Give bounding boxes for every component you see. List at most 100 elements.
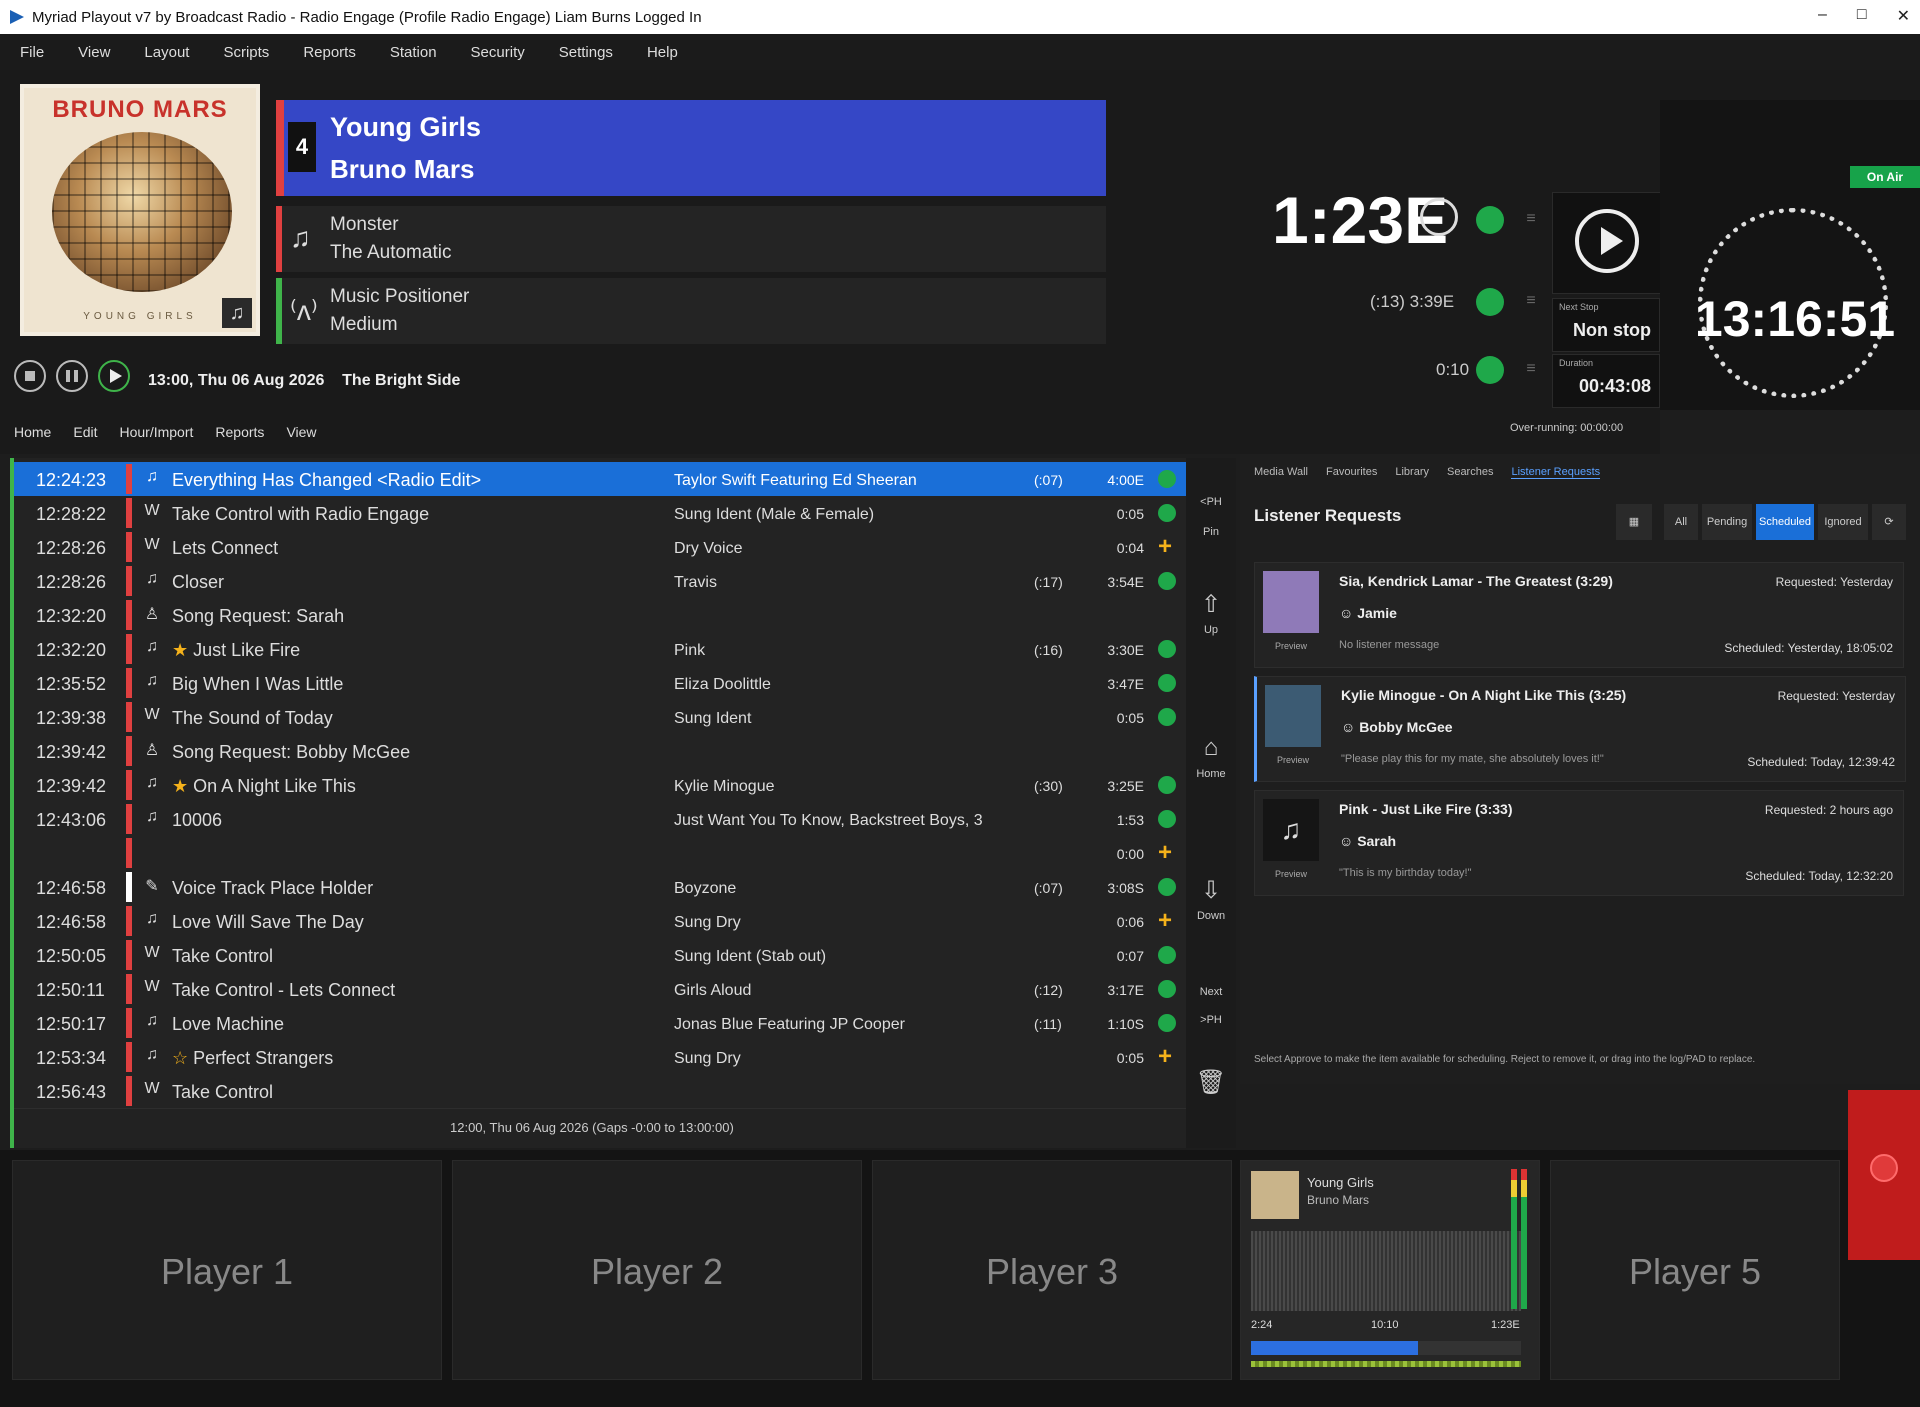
add-icon[interactable]: +: [1158, 841, 1176, 865]
log-row[interactable]: 12:28:26 ♫ Closer Travis (:17) 3:54E: [14, 564, 1186, 599]
log-row[interactable]: 12:56:43 W Take Control: [14, 1074, 1186, 1109]
filter-ignored[interactable]: Ignored: [1818, 504, 1868, 540]
request-card[interactable]: Preview Sia, Kendrick Lamar - The Greate…: [1254, 562, 1904, 668]
player-4-progress[interactable]: [1251, 1341, 1521, 1355]
home-button[interactable]: Home: [1190, 768, 1232, 780]
add-icon[interactable]: +: [1158, 535, 1176, 559]
menu-reports[interactable]: Reports: [303, 44, 356, 61]
menu-help[interactable]: Help: [647, 44, 678, 61]
music-note-icon[interactable]: ♫: [222, 298, 252, 328]
log-row-artist: Sung Dry: [674, 1050, 741, 1067]
log-row[interactable]: 12:35:52 ♫ Big When I Was Little Eliza Dool…: [14, 666, 1186, 701]
log-row[interactable]: 12:39:42 ♙ Song Request: Bobby McGee: [14, 734, 1186, 769]
player-4[interactable]: Young Girls Bruno Mars 2:24 10:10 1:23E: [1240, 1160, 1540, 1380]
prev-hour-button[interactable]: <PH: [1190, 496, 1232, 508]
request-requested: Requested: 2 hours ago: [1764, 803, 1893, 817]
log-row[interactable]: 12:28:26 W Lets Connect Dry Voice 0:04 +: [14, 530, 1186, 565]
menu-settings[interactable]: Settings: [559, 44, 613, 61]
log-row[interactable]: 12:50:11 W Take Control - Lets Connect Girl…: [14, 972, 1186, 1007]
calculator-icon[interactable]: ▦: [1616, 504, 1652, 540]
star-icon[interactable]: ★: [172, 640, 188, 660]
duration-value: 00:43:08: [1578, 376, 1651, 396]
tab-home[interactable]: Home: [14, 424, 51, 440]
log-row[interactable]: 12:53:34 ♫ ☆ Perfect Strangers Sung Dry 0:05…: [14, 1040, 1186, 1075]
tab-edit[interactable]: Edit: [73, 424, 97, 440]
log-row-category-bar: [126, 498, 132, 528]
menu-layout[interactable]: Layout: [144, 44, 189, 61]
menu-view[interactable]: View: [78, 44, 110, 61]
pin-button[interactable]: Pin: [1190, 526, 1232, 538]
next-button[interactable]: Next: [1190, 986, 1232, 998]
minimize-button[interactable]: –: [1818, 6, 1827, 26]
log-row[interactable]: 0:00 +: [14, 836, 1186, 871]
preview-button[interactable]: Preview: [1265, 755, 1321, 765]
player-1[interactable]: Player 1: [12, 1160, 442, 1380]
trash-icon[interactable]: 🗑: [1190, 1068, 1232, 1097]
current-track[interactable]: 4 Young Girls Bruno Mars: [276, 100, 1106, 196]
log-row[interactable]: 12:32:20 ♫ ★ Just Like Fire Pink (:16) 3:30E: [14, 632, 1186, 667]
add-icon[interactable]: +: [1158, 909, 1176, 933]
log-row[interactable]: 12:24:23 ♫ Everything Has Changed <Radio E…: [14, 462, 1186, 497]
refresh-icon[interactable]: ⟳: [1872, 504, 1906, 540]
request-card[interactable]: Preview Kylie Minogue - On A Night Like …: [1254, 676, 1906, 782]
drag-handle-icon[interactable]: ≡: [1520, 210, 1542, 228]
player-3[interactable]: Player 3: [872, 1160, 1232, 1380]
tab-reports[interactable]: Reports: [215, 424, 264, 440]
tab-searches[interactable]: Searches: [1447, 466, 1493, 479]
drag-handle-icon[interactable]: ≡: [1520, 292, 1542, 310]
waveform[interactable]: [1251, 1231, 1521, 1311]
log-row-type-icon: ♫: [146, 910, 158, 927]
filter-all[interactable]: All: [1664, 504, 1698, 540]
next-track-1[interactable]: ♫ Monster The Automatic: [276, 206, 1106, 272]
down-button[interactable]: Down: [1190, 910, 1232, 922]
log-row[interactable]: 12:32:20 ♙ Song Request: Sarah: [14, 598, 1186, 633]
filter-scheduled[interactable]: Scheduled: [1756, 504, 1814, 540]
play-small-button[interactable]: [98, 360, 130, 392]
log-row[interactable]: 12:50:17 ♫ Love Machine Jonas Blue Featurin…: [14, 1006, 1186, 1041]
log-row[interactable]: 12:39:38 W The Sound of Today Sung Ident 0:0…: [14, 700, 1186, 735]
menu-station[interactable]: Station: [390, 44, 437, 61]
log-row-duration: 3:47E: [1107, 676, 1144, 692]
stop-button[interactable]: [14, 360, 46, 392]
log-row-duration: 0:05: [1116, 1050, 1144, 1066]
tab-favourites[interactable]: Favourites: [1326, 466, 1377, 479]
preview-button[interactable]: Preview: [1263, 869, 1319, 879]
up-button[interactable]: Up: [1190, 624, 1232, 636]
timer-add-icon[interactable]: [1420, 198, 1458, 236]
maximize-button[interactable]: □: [1857, 6, 1867, 26]
home-icon[interactable]: ⌂: [1190, 734, 1232, 762]
pause-button[interactable]: [56, 360, 88, 392]
log-row[interactable]: 12:28:22 W Take Control with Radio Engage S…: [14, 496, 1186, 531]
log-row[interactable]: 12:43:06 ♫ 10006 Just Want You To Know, Bac…: [14, 802, 1186, 837]
player-2[interactable]: Player 2: [452, 1160, 862, 1380]
log-row[interactable]: 12:39:42 ♫ ★ On A Night Like This Kylie Min…: [14, 768, 1186, 803]
tab-hour-import[interactable]: Hour/Import: [119, 424, 193, 440]
record-panel[interactable]: [1848, 1090, 1920, 1260]
filter-pending[interactable]: Pending: [1702, 504, 1752, 540]
log-row[interactable]: 12:50:05 W Take Control Sung Ident (Stab ou…: [14, 938, 1186, 973]
down-arrow-icon[interactable]: ⇩: [1190, 876, 1232, 905]
menu-security[interactable]: Security: [471, 44, 525, 61]
menu-file[interactable]: File: [20, 44, 44, 61]
drag-handle-icon[interactable]: ≡: [1520, 360, 1542, 378]
close-button[interactable]: ✕: [1897, 6, 1910, 26]
request-card[interactable]: ♫ Preview Pink - Just Like Fire (3:33) ☺…: [1254, 790, 1904, 896]
up-arrow-icon[interactable]: ⇧: [1190, 590, 1232, 619]
add-icon[interactable]: +: [1158, 1045, 1176, 1069]
player-5[interactable]: Player 5: [1550, 1160, 1840, 1380]
tab-media-wall[interactable]: Media Wall: [1254, 466, 1308, 479]
preview-button[interactable]: Preview: [1263, 641, 1319, 651]
next-hour-button[interactable]: >PH: [1190, 1014, 1232, 1026]
log-row-title-text: The Sound of Today: [172, 708, 333, 728]
log-row[interactable]: 12:46:58 ✎ Voice Track Place Holder Boyzone…: [14, 870, 1186, 905]
log-row[interactable]: 12:46:58 ♫ Love Will Save The Day Sung Dry 0…: [14, 904, 1186, 939]
tab-listener-requests[interactable]: Listener Requests: [1511, 466, 1601, 479]
star-icon[interactable]: ☆: [172, 1048, 188, 1068]
menu-scripts[interactable]: Scripts: [223, 44, 269, 61]
tab-library[interactable]: Library: [1395, 466, 1429, 479]
play-button[interactable]: [1552, 192, 1664, 294]
status-green-dot: [1158, 810, 1176, 828]
tab-view[interactable]: View: [286, 424, 316, 440]
next-track-2[interactable]: ⁽ᴧ⁾ Music Positioner Medium: [276, 278, 1106, 344]
star-icon[interactable]: ★: [172, 776, 188, 796]
